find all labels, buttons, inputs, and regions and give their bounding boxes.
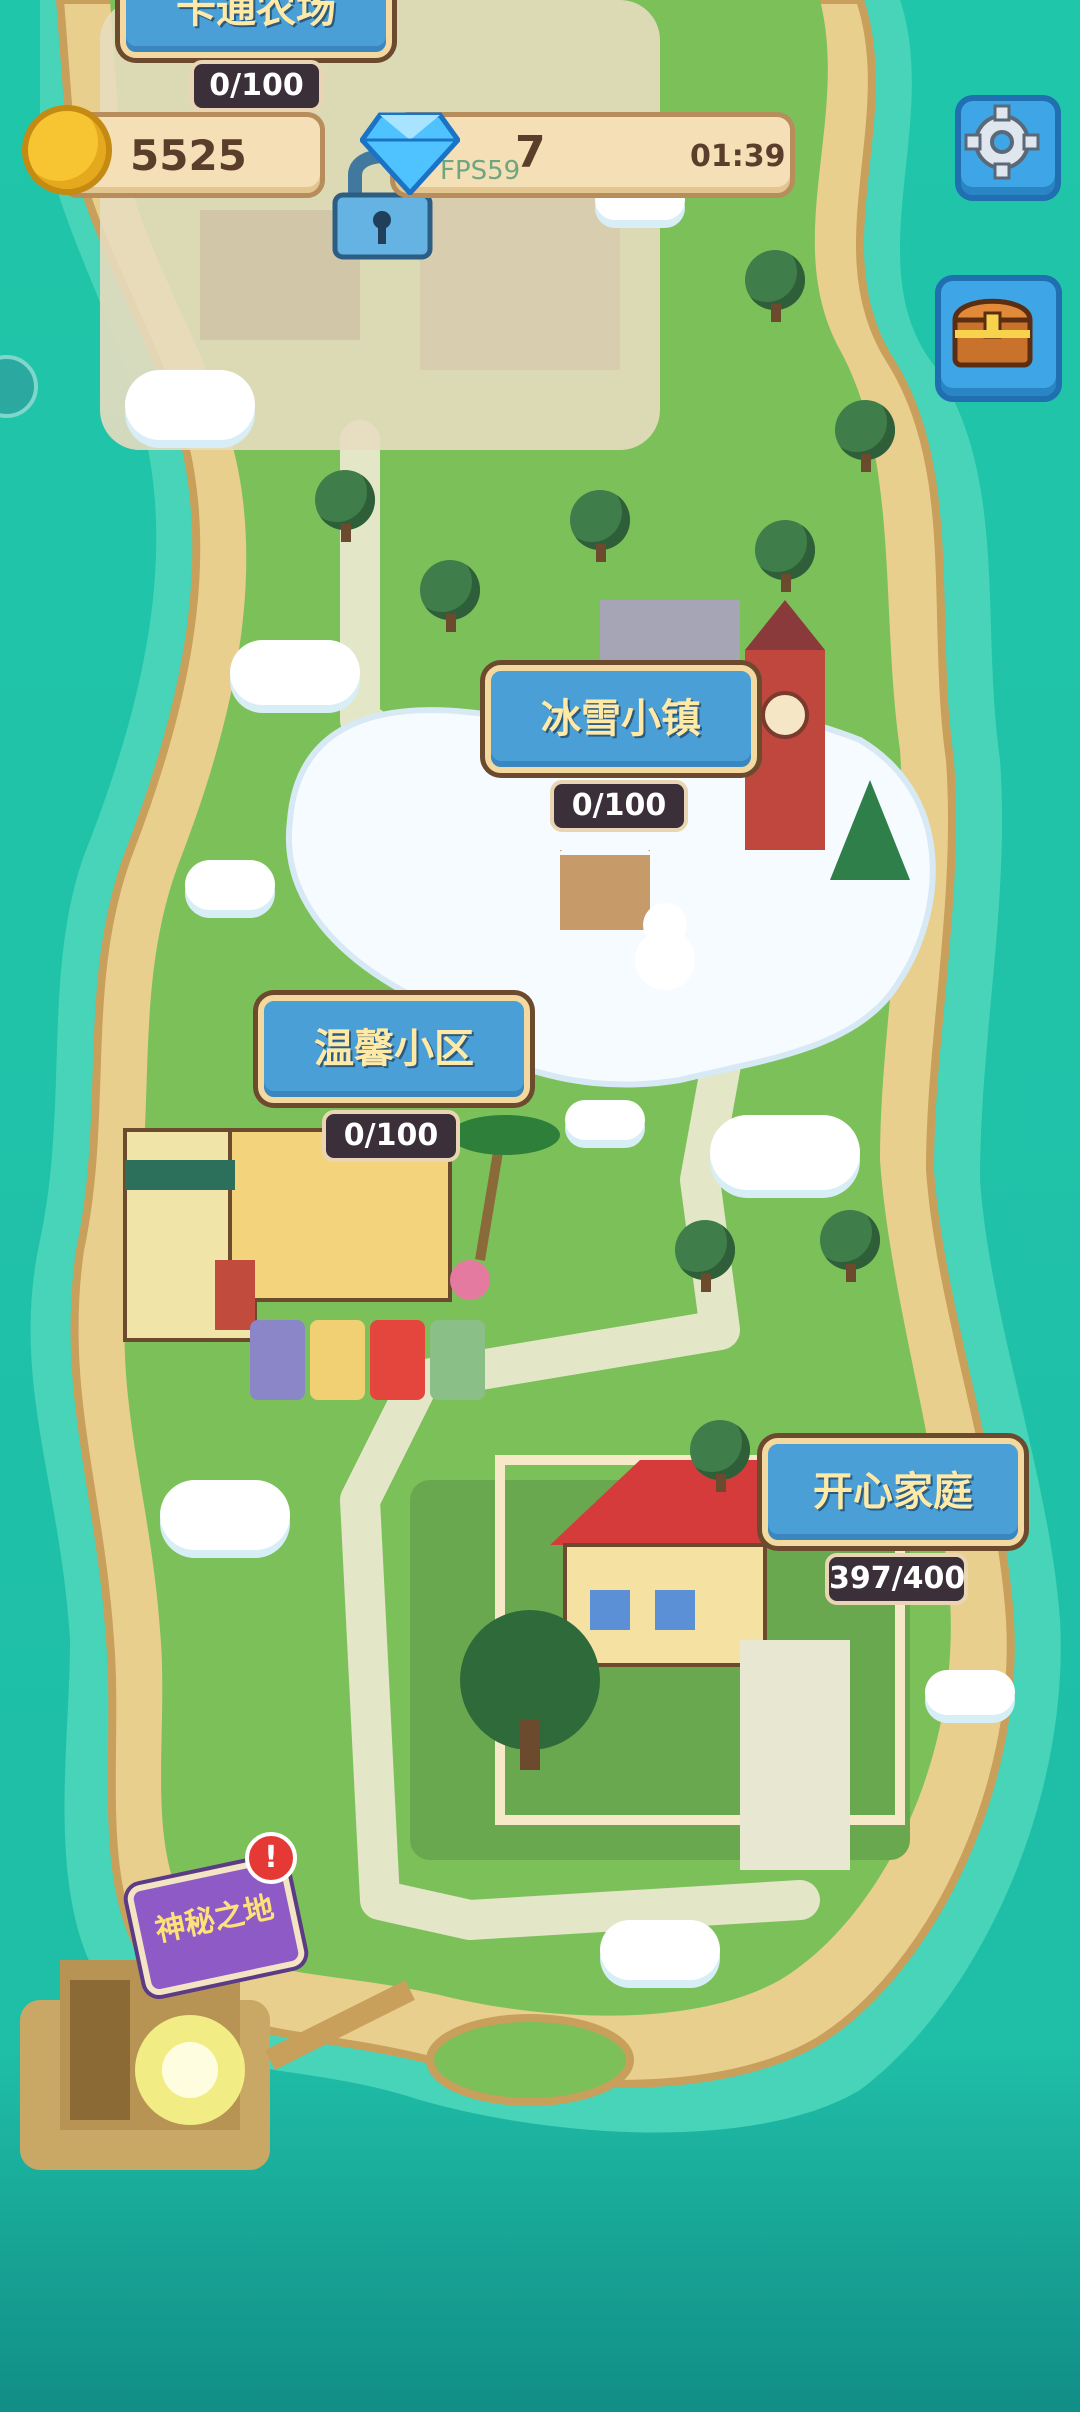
cloud [565,1100,645,1140]
cloud [710,1115,860,1190]
location-title: 温馨小区 [314,1026,474,1072]
cloud [925,1670,1015,1715]
timer-text: 01:39 [690,139,786,174]
tree [835,400,895,472]
location-title: 卡通农场 [176,0,336,32]
tree [675,1220,735,1292]
tree [315,470,375,542]
location-title: 冰雪小镇 [541,696,701,742]
location-label-snow-town[interactable]: 冰雪小镇 [485,665,757,773]
treasure-chest-button[interactable] [935,275,1062,402]
progress-badge-snow-town: 0/100 [550,780,688,832]
location-title: 开心家庭 [813,1469,973,1515]
tree [755,520,815,592]
tree [690,1420,750,1492]
cloud [185,860,275,910]
progress-badge-happy-home: 397/400 [825,1553,968,1605]
progress-badge-cartoon-farm: 0/100 [190,60,323,112]
coin-icon [22,105,112,195]
cloud [160,1480,290,1550]
treasure-chest-icon [952,298,1033,368]
coin-amount: 5525 [130,131,247,180]
island-map [0,0,1080,2412]
cloud [125,370,255,440]
cloud [600,1920,720,1980]
progress-badge-cozy-community: 0/100 [322,1110,460,1162]
location-label-cartoon-farm[interactable]: 卡通农场 [120,0,392,58]
tree [570,490,630,562]
tree [745,250,805,322]
cloud [230,640,360,705]
settings-button[interactable] [955,95,1061,201]
tree [420,560,480,632]
location-title: 神秘之地 [152,1890,277,1950]
gear-icon [964,104,1040,180]
location-label-happy-home[interactable]: 开心家庭 [762,1438,1024,1546]
alert-badge: ! [245,1832,297,1884]
tree [820,1210,880,1282]
location-label-cozy-community[interactable]: 温馨小区 [258,995,530,1103]
fps-indicator: FPS59 [440,156,521,186]
